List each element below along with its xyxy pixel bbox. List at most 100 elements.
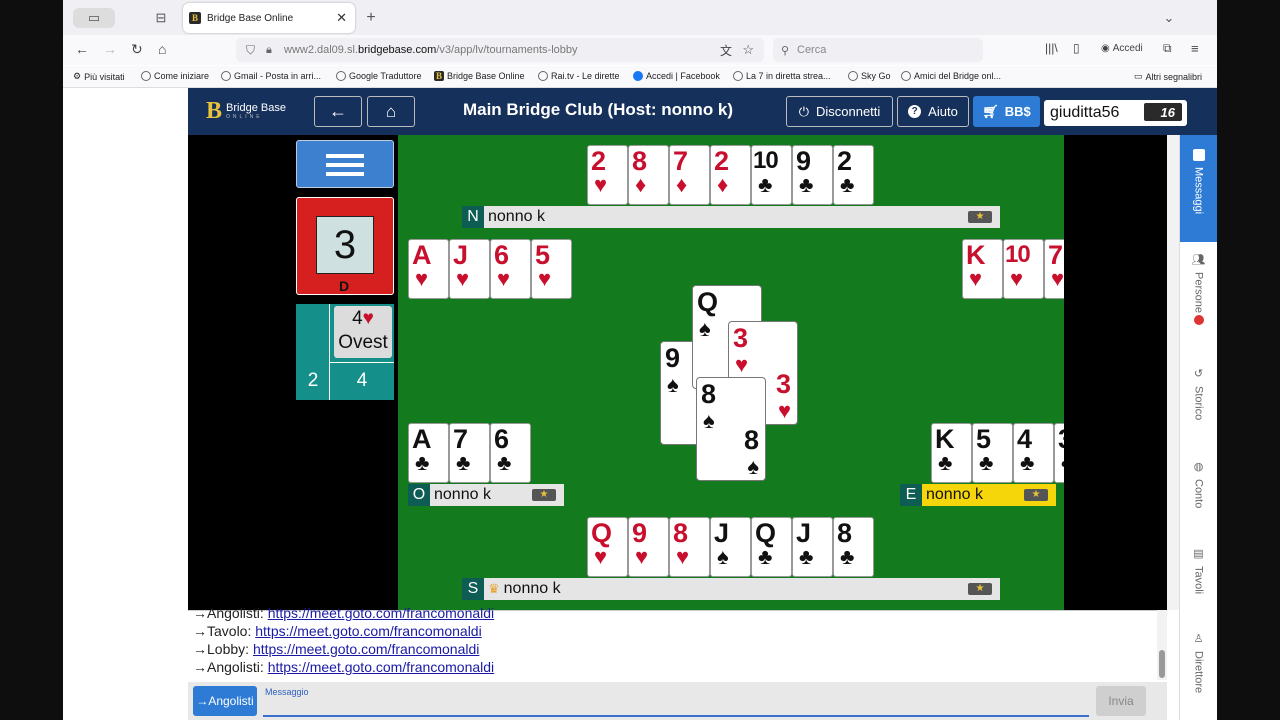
bookmark-item[interactable]: La 7 in diretta strea... xyxy=(733,71,831,81)
card-south[interactable]: Q ♣ xyxy=(751,517,792,577)
sidebar-tab-tables[interactable]: ▤ Tavoli xyxy=(1180,547,1217,627)
card-south[interactable]: J ♠ xyxy=(710,517,751,577)
card-suit-icon: ♠ xyxy=(717,544,729,569)
translate-icon[interactable]: 文 xyxy=(720,42,732,59)
menu-icon[interactable]: ≡ xyxy=(1191,41,1199,56)
tab-bridge-base[interactable]: B Bridge Base Online ✕ xyxy=(183,3,355,33)
bookmark-item[interactable]: Amici del Bridge onl... xyxy=(901,71,1001,81)
extensions-icon[interactable]: ⧉ xyxy=(1163,41,1172,56)
card-rank: Q xyxy=(697,287,719,317)
shield-icon[interactable]: ⛉ xyxy=(246,43,255,58)
chat-scroll-thumb[interactable] xyxy=(1159,650,1165,678)
card-suit-icon: ♣ xyxy=(497,450,512,475)
table-menu-button[interactable] xyxy=(296,140,394,188)
card-suit-icon: ♥ xyxy=(735,352,749,377)
bookmark-star-icon[interactable]: ☆ xyxy=(742,42,754,58)
bbs-button[interactable]: 🛒︎ BB$ xyxy=(973,96,1040,127)
card-suit-icon: ♥ xyxy=(538,266,552,291)
nameplate-west[interactable]: Ononno k ★ xyxy=(408,484,564,506)
card-north[interactable]: 2 ♣ xyxy=(833,145,874,205)
account-button[interactable]: ◉ Accedi xyxy=(1101,43,1143,54)
bookmark-item[interactable]: Sky Go xyxy=(848,71,891,81)
card-east_bottom[interactable]: 4 ♣ xyxy=(1013,423,1054,483)
bookmark-item[interactable]: Google Traduttore xyxy=(336,71,422,81)
sidebar-tab-people[interactable]: 👥︎ Persone xyxy=(1180,253,1217,353)
library-icon[interactable]: |||\ xyxy=(1045,41,1058,55)
disconnect-button[interactable]: ⏻ Disconnetti xyxy=(786,96,893,127)
card-east_bottom[interactable]: 5 ♣ xyxy=(972,423,1013,483)
sidebar-label: Messaggi xyxy=(1192,167,1205,215)
bookmark-item[interactable]: ⚙ Più visitati xyxy=(73,71,125,82)
globe-icon xyxy=(848,71,858,81)
home-button[interactable]: ⌂ xyxy=(367,96,415,127)
card-suit-icon: ♥ xyxy=(1051,266,1065,291)
card-west_bottom[interactable]: 7 ♣ xyxy=(449,423,490,483)
forward-icon[interactable]: → xyxy=(103,41,117,57)
card-east_top[interactable]: 10 ♥ xyxy=(1003,239,1044,299)
card-north[interactable]: 2 ♦ xyxy=(710,145,751,205)
player-name: nonno k xyxy=(926,486,983,503)
new-tab-icon[interactable]: + xyxy=(363,8,379,28)
card-south[interactable]: J ♣ xyxy=(792,517,833,577)
table-scrollbar[interactable] xyxy=(1167,135,1179,610)
close-tab-icon[interactable]: ✕ xyxy=(336,10,347,26)
sidebar-toggle-icon[interactable]: ▭ xyxy=(73,8,115,28)
nameplate-south[interactable]: S ♛ nonno k ★ xyxy=(462,578,1000,600)
sidebar-tab-history[interactable]: ↺ Storico xyxy=(1180,367,1217,447)
bookmark-item[interactable]: Accedi | Facebook xyxy=(633,71,720,81)
card-south[interactable]: 8 ♣ xyxy=(833,517,874,577)
send-button[interactable]: Invia xyxy=(1096,686,1146,716)
bookmark-item[interactable]: B Bridge Base Online xyxy=(434,71,525,81)
back-icon[interactable]: ← xyxy=(75,41,89,57)
message-input-label: Messaggio xyxy=(265,687,309,697)
chat-link[interactable]: https://meet.goto.com/francomonaldi xyxy=(268,659,494,675)
help-button[interactable]: ? Aiuto xyxy=(897,96,969,127)
card-east_bottom[interactable]: K ♣ xyxy=(931,423,972,483)
nameplate-north[interactable]: Nnonno k ★ xyxy=(462,206,1000,228)
folder-icon: ▭ xyxy=(1134,71,1143,81)
bookmark-item[interactable]: Rai.tv - Le dirette xyxy=(538,71,620,81)
direction-e: E xyxy=(900,484,922,506)
reload-icon[interactable]: ↻ xyxy=(131,41,143,58)
sidebar-tab-director[interactable]: ♙ Direttore xyxy=(1180,632,1217,720)
reader-sidebar-icon[interactable]: ▯ xyxy=(1073,41,1080,55)
url-path: /v3/app/lv/tournaments-lobby xyxy=(436,44,578,56)
card-north[interactable]: 2 ♥ xyxy=(587,145,628,205)
card-north[interactable]: 9 ♣ xyxy=(792,145,833,205)
card-suit-icon: ♣ xyxy=(456,450,471,475)
tab-list-chevron-icon[interactable]: ⌄ xyxy=(1161,8,1177,28)
card-west_bottom[interactable]: 6 ♣ xyxy=(490,423,531,483)
bookmark-item[interactable]: Come iniziare xyxy=(141,71,209,81)
url-bar[interactable]: ⛉ 🔒︎ www2.dal09.sl. bridgebase.com/v3/app… xyxy=(236,38,764,62)
home-icon[interactable]: ⌂ xyxy=(158,41,166,57)
message-input[interactable]: Messaggio xyxy=(263,685,1089,717)
card-west_top[interactable]: A ♥ xyxy=(408,239,449,299)
search-input[interactable]: ⚲ Cerca xyxy=(773,38,983,62)
chat-link[interactable]: https://meet.goto.com/francomonaldi xyxy=(268,605,494,621)
chat-link[interactable]: https://meet.goto.com/francomonaldi xyxy=(255,623,481,639)
chat-scrollbar[interactable] xyxy=(1157,610,1167,680)
card-south[interactable]: 9 ♥ xyxy=(628,517,669,577)
card-north[interactable]: 7 ♦ xyxy=(669,145,710,205)
bridge-table: 2 ♥ 8 ♦ 7 ♦ 2 ♦ 10 ♣ 9 ♣ 2 ♣ A ♥ J ♥ 6 ♥ 5 ♥ A ♣ 7 ♣ 6 ♣ K ♥ 10 ♥ 7 ♥ … xyxy=(398,135,1095,610)
tab-overview-icon[interactable]: ⊟ xyxy=(151,8,171,28)
card-north[interactable]: 8 ♦ xyxy=(628,145,669,205)
card-south[interactable]: Q ♥ xyxy=(587,517,628,577)
bookmark-item[interactable]: Gmail - Posta in arri... xyxy=(221,71,321,81)
card-west_bottom[interactable]: A ♣ xyxy=(408,423,449,483)
nameplate-east[interactable]: Enonno k ★ xyxy=(900,484,1056,506)
card-west_top[interactable]: 5 ♥ xyxy=(531,239,572,299)
card-west_top[interactable]: J ♥ xyxy=(449,239,490,299)
card-south[interactable]: 8 ♥ xyxy=(669,517,710,577)
chat-link[interactable]: https://meet.goto.com/francomonaldi xyxy=(253,641,479,657)
lock-icon[interactable]: 🔒︎ xyxy=(266,44,272,57)
chat-target-button[interactable]: →Angolisti xyxy=(193,686,257,716)
sidebar-tab-account[interactable]: ◍ Conto xyxy=(1180,460,1217,540)
card-west_top[interactable]: 6 ♥ xyxy=(490,239,531,299)
user-badge[interactable]: giuditta56 16 xyxy=(1044,100,1187,126)
card-east_top[interactable]: K ♥ xyxy=(962,239,1003,299)
sidebar-tab-messages[interactable]: Messaggi xyxy=(1180,135,1217,242)
back-button[interactable]: ← xyxy=(314,96,362,127)
other-bookmarks[interactable]: ▭ Altri segnalibri xyxy=(1134,71,1202,82)
card-north[interactable]: 10 ♣ xyxy=(751,145,792,205)
